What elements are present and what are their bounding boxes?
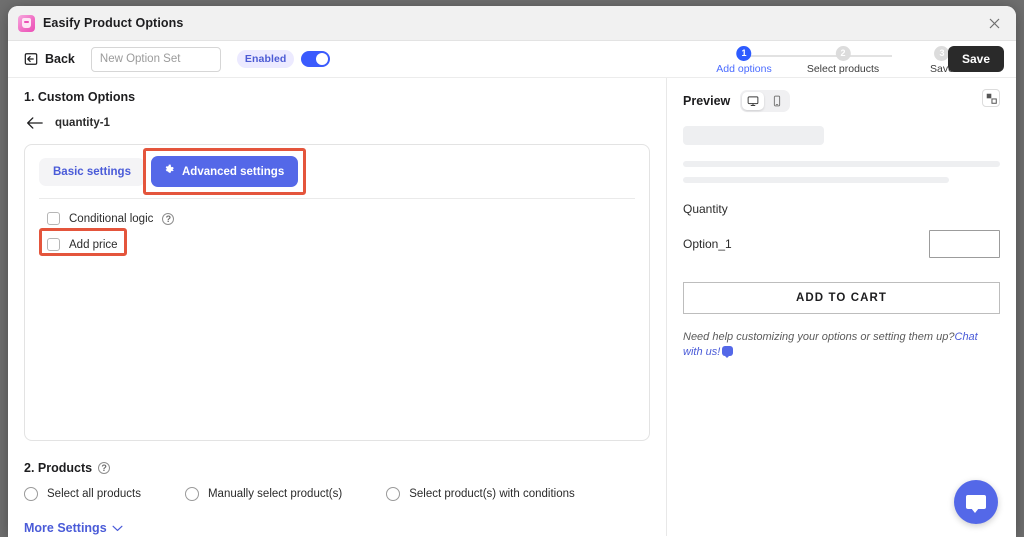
toggle-knob xyxy=(316,53,328,65)
step-add-options[interactable]: 1 Add options xyxy=(716,44,771,75)
product-scope-radios: Select all products Manually select prod… xyxy=(8,475,666,501)
preview-option-row: Option_1 xyxy=(683,230,1000,258)
step-label: Add options xyxy=(716,63,771,75)
progress-stepper: 1 Add options 2 Select products 3 Save xyxy=(698,44,938,78)
preview-header: Preview xyxy=(683,90,1000,112)
back-label: Back xyxy=(45,52,75,66)
chat-bubble-icon xyxy=(722,346,733,356)
conditional-logic-label: Conditional logic xyxy=(69,213,153,225)
products-title: 2. Products xyxy=(24,461,92,475)
radio-label: Select product(s) with conditions xyxy=(409,488,575,500)
app-window: Easify Product Options Back Enabled xyxy=(8,6,1016,537)
add-price-label: Add price xyxy=(69,239,118,251)
preview-help-note: Need help customizing your options or se… xyxy=(683,330,1000,360)
help-note-text: Need help customizing your options or se… xyxy=(683,331,955,343)
option-set-name-input[interactable] xyxy=(91,47,221,72)
preview-pane: Preview xyxy=(667,78,1016,536)
chat-widget-button[interactable] xyxy=(954,480,998,524)
step-number: 1 xyxy=(737,46,752,61)
more-settings-toggle[interactable]: More Settings xyxy=(8,501,666,535)
preview-title: Preview xyxy=(683,94,730,108)
tab-advanced-label: Advanced settings xyxy=(182,166,284,178)
preview-skeleton-line-2 xyxy=(683,177,949,183)
back-arrow-icon xyxy=(24,52,38,66)
radio-dot xyxy=(185,487,199,501)
app-body: 1. Custom Options quantity-1 Basic setti… xyxy=(8,78,1016,536)
options-pane: 1. Custom Options quantity-1 Basic setti… xyxy=(8,78,667,536)
radio-dot xyxy=(386,487,400,501)
preview-option-input[interactable] xyxy=(929,230,1000,258)
arrow-left-icon[interactable] xyxy=(26,116,43,130)
help-icon[interactable]: ? xyxy=(162,213,174,225)
desktop-icon[interactable] xyxy=(742,92,764,110)
mobile-icon[interactable] xyxy=(766,92,788,110)
app-toolbar: Back Enabled 1 Add options 2 Select prod… xyxy=(8,41,1016,78)
radio-dot xyxy=(24,487,38,501)
preview-quantity-label: Quantity xyxy=(683,202,1000,216)
save-button[interactable]: Save xyxy=(948,46,1004,72)
gear-icon xyxy=(163,164,175,179)
chat-bubble-icon xyxy=(966,495,986,509)
products-section-header: 2. Products ? xyxy=(8,441,666,475)
add-price-checkbox[interactable] xyxy=(47,238,60,251)
status-badge: Enabled xyxy=(237,50,295,68)
chevron-down-icon xyxy=(112,521,123,535)
add-to-cart-button[interactable]: ADD TO CART xyxy=(683,282,1000,314)
add-price-row: Add price xyxy=(25,225,649,251)
window-titlebar: Easify Product Options xyxy=(8,6,1016,41)
tab-advanced-settings-wrapper: Advanced settings xyxy=(151,156,298,187)
radio-label: Select all products xyxy=(47,488,141,500)
preview-skeleton-title xyxy=(683,126,824,145)
enable-toggle[interactable] xyxy=(301,51,330,67)
back-button[interactable]: Back xyxy=(20,49,79,69)
radio-select-all-products[interactable]: Select all products xyxy=(24,487,141,501)
step-select-products[interactable]: 2 Select products xyxy=(807,44,879,75)
preview-option-label: Option_1 xyxy=(683,237,732,251)
enabled-control: Enabled xyxy=(237,50,331,68)
radio-select-products-with-conditions[interactable]: Select product(s) with conditions xyxy=(386,487,575,501)
help-icon[interactable]: ? xyxy=(98,462,110,474)
tab-basic-settings[interactable]: Basic settings xyxy=(39,158,145,186)
page-title: 1. Custom Options xyxy=(8,90,666,104)
breadcrumb: quantity-1 xyxy=(8,104,666,130)
radio-manually-select-products[interactable]: Manually select product(s) xyxy=(185,487,342,501)
device-switcher xyxy=(740,90,790,112)
close-icon[interactable] xyxy=(984,13,1004,33)
tab-advanced-settings[interactable]: Advanced settings xyxy=(151,156,298,187)
step-label: Select products xyxy=(807,63,879,75)
conditional-logic-checkbox[interactable] xyxy=(47,212,60,225)
option-settings-card: Basic settings Advanced settings xyxy=(24,144,650,441)
radio-label: Manually select product(s) xyxy=(208,488,342,500)
easify-app-icon xyxy=(18,15,35,32)
step-number: 2 xyxy=(836,46,851,61)
screen-root: Easify Product Options Back Enabled xyxy=(0,0,1024,537)
preview-skeleton-line-1 xyxy=(683,161,1000,167)
conditional-logic-row: Conditional logic ? xyxy=(25,199,649,225)
more-settings-label: More Settings xyxy=(24,521,107,535)
settings-tabs: Basic settings Advanced settings xyxy=(25,145,649,187)
window-title: Easify Product Options xyxy=(43,16,183,30)
expand-icon[interactable] xyxy=(982,89,1000,107)
breadcrumb-label: quantity-1 xyxy=(55,117,110,129)
